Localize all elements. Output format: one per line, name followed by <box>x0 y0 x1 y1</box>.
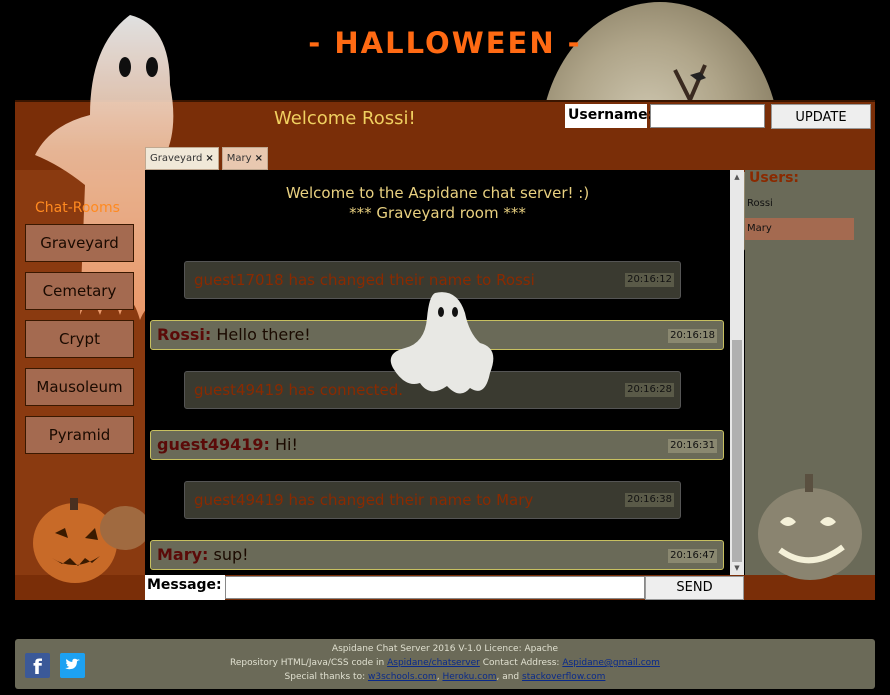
and-text: , and <box>496 672 522 682</box>
message-text: guest49419 has connected. <box>194 381 404 399</box>
message-timestamp: 20:16:47 <box>668 549 717 563</box>
message-text: Hello there! <box>211 325 311 344</box>
message-sender: Rossi: <box>157 325 212 344</box>
server-welcome-line: Welcome to the Aspidane chat server! :) <box>285 184 590 202</box>
footer-credits-line: Aspidane Chat Server 2016 V-1.0 Licence:… <box>331 644 559 654</box>
message-input[interactable] <box>225 576 645 599</box>
message-sender: Mary: <box>157 545 209 564</box>
user-item-rossi[interactable]: Rossi <box>745 193 854 215</box>
room-button-graveyard[interactable]: Graveyard <box>25 224 134 262</box>
w3schools-link[interactable]: w3schools.com <box>368 672 437 682</box>
thanks-text: Special thanks to: <box>284 672 368 682</box>
heroku-link[interactable]: Heroku.com <box>442 672 496 682</box>
message-sender: guest49419: <box>157 435 270 454</box>
close-icon[interactable]: × <box>205 153 213 164</box>
chat-message-user: Mary: sup! 20:16:47 <box>150 540 724 570</box>
tab-label: Mary <box>226 153 252 164</box>
room-tabs: Graveyard × Mary × <box>145 147 271 170</box>
jack-o-lantern-image <box>758 474 862 580</box>
email-link[interactable]: Aspidane@gmail.com <box>562 658 660 668</box>
send-button[interactable]: SEND <box>645 576 744 600</box>
chat-message-server: guest49419 has changed their name to Mar… <box>184 481 681 519</box>
message-timestamp: 20:16:12 <box>625 273 674 287</box>
message-label: Message: <box>145 575 225 600</box>
room-name-line: *** Graveyard room *** <box>349 204 526 222</box>
footer-thanks-line: Special thanks to: w3schools.com, Heroku… <box>15 672 875 682</box>
room-button-cemetary[interactable]: Cemetary <box>25 272 134 310</box>
tab-graveyard[interactable]: Graveyard × <box>145 147 219 170</box>
room-button-crypt[interactable]: Crypt <box>25 320 134 358</box>
chat-rooms-heading: Chat-Rooms <box>35 200 120 216</box>
scroll-up-arrow-icon[interactable]: ▲ <box>732 172 742 182</box>
message-text: guest49419 has changed their name to Mar… <box>194 491 534 509</box>
users-heading: Users: <box>749 170 800 186</box>
scrollbar-thumb[interactable] <box>732 340 742 562</box>
update-button[interactable]: UPDATE <box>771 104 871 129</box>
welcome-message: Welcome Rossi! <box>274 108 416 129</box>
message-timestamp: 20:16:18 <box>668 329 717 343</box>
close-icon[interactable]: × <box>255 153 263 164</box>
footer-repo-line: Repository HTML/Java/CSS code in Aspidan… <box>15 658 875 668</box>
room-button-mausoleum[interactable]: Mausoleum <box>25 368 134 406</box>
user-item-mary[interactable]: Mary <box>745 218 854 240</box>
message-timestamp: 20:16:28 <box>625 383 674 397</box>
message-text: guest17018 has changed their name to Ros… <box>194 271 535 289</box>
tab-mary[interactable]: Mary × <box>221 147 268 170</box>
username-label: Username: <box>565 104 653 128</box>
scroll-down-arrow-icon[interactable]: ▼ <box>732 563 742 573</box>
repo-text: Repository HTML/Java/CSS code in <box>230 658 388 668</box>
contact-text: Contact Address: <box>479 658 563 668</box>
message-text: Hi! <box>269 435 298 454</box>
tab-label: Graveyard <box>150 153 203 164</box>
pumpkins-image <box>33 498 150 583</box>
stackoverflow-link[interactable]: stackoverflow.com <box>522 672 605 682</box>
message-text: sup! <box>208 545 249 564</box>
chat-message-user: guest49419: Hi! 20:16:31 <box>150 430 724 460</box>
repo-link[interactable]: Aspidane/chatserver <box>387 658 480 668</box>
small-ghost-image <box>390 292 494 394</box>
username-input[interactable] <box>650 104 765 128</box>
message-timestamp: 20:16:31 <box>668 439 717 453</box>
room-button-pyramid[interactable]: Pyramid <box>25 416 134 454</box>
message-timestamp: 20:16:38 <box>625 493 674 507</box>
